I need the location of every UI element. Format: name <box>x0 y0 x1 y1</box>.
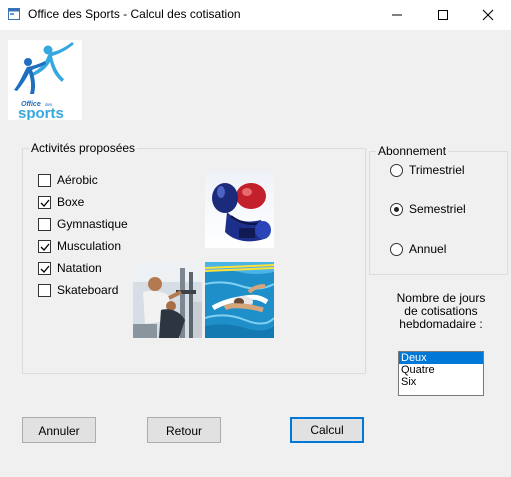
listbox-item-six[interactable]: Six <box>399 376 483 388</box>
window-title: Office des Sports - Calcul des cotisatio… <box>28 7 241 21</box>
checkbox-label: Gymnastique <box>57 217 128 231</box>
title-bar[interactable]: Office des Sports - Calcul des cotisatio… <box>0 0 511 30</box>
radio-label: Semestriel <box>409 202 466 216</box>
checkmark-icon <box>40 243 50 251</box>
back-button[interactable]: Retour <box>147 417 221 443</box>
radio-selected-dot <box>394 207 399 212</box>
checkbox-label: Skateboard <box>57 283 119 297</box>
boxing-gloves-image <box>205 172 274 248</box>
radio-label: Trimestriel <box>409 163 465 177</box>
minimize-button[interactable] <box>374 0 420 30</box>
office-des-sports-logo: Office des sports <box>8 40 82 122</box>
radio-circle[interactable] <box>390 164 403 177</box>
radio-circle[interactable] <box>390 243 403 256</box>
app-icon <box>8 8 20 20</box>
calc-button[interactable]: Calcul <box>290 417 364 443</box>
cancel-button[interactable]: Annuler <box>22 417 96 443</box>
maximize-button[interactable] <box>420 0 466 30</box>
radio-label: Annuel <box>409 242 447 256</box>
checkmark-icon <box>40 265 50 273</box>
radio-circle[interactable] <box>390 203 403 216</box>
checkmark-icon <box>40 199 50 207</box>
activities-group-label: Activités proposées <box>29 141 138 155</box>
checkbox-box[interactable] <box>38 262 51 275</box>
checkbox-box[interactable] <box>38 174 51 187</box>
listbox-item-quatre[interactable]: Quatre <box>399 364 483 376</box>
days-label-line: hebdomadaire : <box>399 317 483 331</box>
subscription-group-label: Abonnement <box>376 144 449 158</box>
listbox-item-deux[interactable]: Deux <box>399 352 483 364</box>
close-icon <box>482 9 494 21</box>
checkbox-box[interactable] <box>38 240 51 253</box>
checkbox-label: Boxe <box>57 195 85 209</box>
checkbox-label: Natation <box>57 261 102 275</box>
minimize-icon <box>392 14 402 16</box>
weight-training-image <box>133 262 202 338</box>
checkbox-label: Aérobic <box>57 173 98 187</box>
days-listbox[interactable]: Deux Quatre Six <box>398 351 484 396</box>
logo-sports-text: sports <box>18 105 64 120</box>
checkbox-box[interactable] <box>38 196 51 209</box>
close-button[interactable] <box>465 0 511 30</box>
maximize-icon <box>438 10 448 20</box>
swimmer-image <box>205 262 274 338</box>
app-window: Office des Sports - Calcul des cotisatio… <box>0 0 511 477</box>
days-label: Nombre de jours de cotisations hebdomada… <box>388 292 494 331</box>
checkbox-label: Musculation <box>57 239 122 253</box>
checkbox-box[interactable] <box>38 218 51 231</box>
checkbox-box[interactable] <box>38 284 51 297</box>
